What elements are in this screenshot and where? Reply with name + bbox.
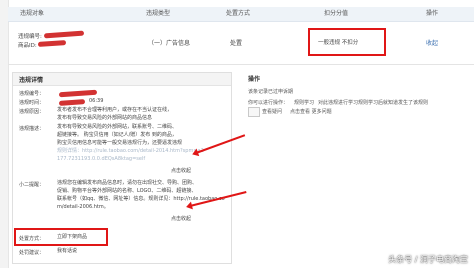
redaction-mark bbox=[37, 40, 67, 47]
view-question-link[interactable]: 查看疑问 bbox=[262, 108, 282, 115]
rule-link-cont[interactable]: 177.7231193.0.0.dEQsA8ktag=self bbox=[57, 155, 227, 163]
details-header: 违规详情 bbox=[13, 73, 231, 86]
violation-type: （一）广告信息 bbox=[148, 40, 191, 47]
expand-link-1[interactable]: 点击收起 bbox=[171, 167, 211, 175]
rule-study-link[interactable]: 规则学习 bbox=[294, 99, 314, 106]
header-action: 操作 bbox=[426, 10, 439, 17]
reason-text: 发布者发布不合理等利用户，或存在不当认证在线， bbox=[57, 107, 173, 113]
tips-text: 违规您在编辑发布商品信息时，请勿在出现社交、导购、团购、 bbox=[57, 180, 198, 186]
violation-id-label: 违规编号: bbox=[18, 34, 42, 40]
tips-label: 小二提醒： bbox=[19, 182, 45, 188]
time-label: 违规时间： bbox=[19, 100, 45, 106]
related-label: 处罚建议： bbox=[19, 250, 45, 256]
expand-link-2[interactable]: 点击收起 bbox=[171, 215, 211, 223]
redaction-mark bbox=[43, 30, 85, 39]
header-handling: 处置方式 bbox=[226, 10, 251, 17]
explain-label: 违规描述： bbox=[19, 126, 45, 132]
collapse-link[interactable]: 收起 bbox=[426, 38, 438, 47]
next-step-label: 你可以进行操作： bbox=[248, 100, 289, 106]
product-id-label: 商品ID: bbox=[18, 43, 37, 49]
appeal-status: 该条记录已过申诉期 bbox=[248, 89, 294, 95]
header-score: 扣分分值 bbox=[324, 10, 349, 17]
table-row: 违规编号: 商品ID: （一）广告信息 处置 收起 bbox=[8, 22, 474, 65]
details-title: 违规详情 bbox=[19, 77, 44, 84]
explain-text: 发布有导致交易风险的外部网站，联系账号、二维码、 bbox=[57, 124, 178, 130]
more-questions-text: 点击查看 更多问题 bbox=[290, 109, 332, 115]
table-header: 违规对象 违规类型 处置方式 扣分分值 操作 bbox=[8, 7, 474, 22]
score-value: 一般违规 不扣分 bbox=[318, 40, 359, 46]
feedback-link[interactable]: 我有话说 bbox=[57, 247, 227, 255]
id-label: 违规编号： bbox=[19, 91, 45, 97]
header-violation-object: 违规对象 bbox=[20, 10, 45, 17]
highlight-box-method bbox=[14, 228, 108, 246]
question-checkbox[interactable] bbox=[248, 107, 260, 117]
header-violation-type: 违规类型 bbox=[146, 10, 171, 17]
reason-text-2: 发布有导致交易风险的外部网站的商品信息 bbox=[57, 115, 153, 121]
explain-text-3: 购宝贝信用信息可能等一般交易违规行为，还要逼发违规 bbox=[57, 140, 183, 146]
tips-text-4: m/detail-2006.htm。 bbox=[57, 204, 109, 210]
time-suffix: 06:39 bbox=[89, 98, 104, 104]
watermark-text: 头条号 / 洞子电商淘宝 bbox=[388, 255, 468, 264]
next-step-text: 对此违规进行学习规则学习后就知道发生了该规则 bbox=[318, 100, 429, 106]
operations-panel: 操作 该条记录已过申诉期 你可以进行操作： 规则学习 对此违规进行学习规则学习后… bbox=[238, 72, 468, 262]
explain-text-2: 超链接等。 购宝贝信用（如记人/赠）发布 到的商品， bbox=[57, 132, 177, 138]
operations-title: 操作 bbox=[248, 76, 261, 83]
tips-text-2: 促销、购物平台等外部网站的名称、LOGO、二维码、超链接、 bbox=[57, 188, 197, 194]
redaction-mark bbox=[58, 99, 86, 106]
handling-value: 处置 bbox=[230, 40, 243, 47]
reason-label: 违规原因： bbox=[19, 109, 45, 115]
